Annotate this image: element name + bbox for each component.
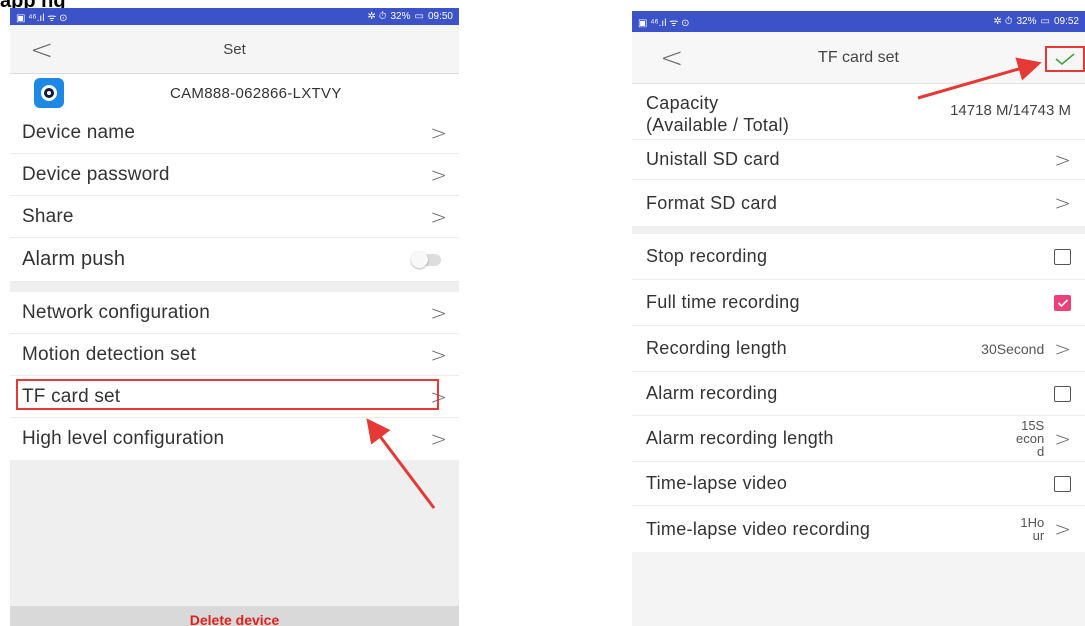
status-time: 09:52	[1053, 16, 1079, 27]
time-lapse-video-recording-label: Time-lapse video recording	[646, 518, 871, 539]
device-password-row[interactable]: Device password >	[10, 154, 459, 196]
device-header: CAM888-062866-LXTVY	[10, 74, 459, 112]
capacity-row: Capacity (Available / Total) 14718 M/147…	[632, 84, 1085, 140]
status-icons-right: ✲ ⏱	[367, 11, 387, 22]
alarm-recording-label: Alarm recording	[646, 383, 778, 403]
status-icons-right: ✲ ⏱	[993, 16, 1013, 27]
recording-length-row[interactable]: Recording length 30Second >	[632, 326, 1085, 372]
back-icon[interactable]: <	[30, 33, 53, 66]
time-lapse-video-recording-value: 1Hour	[1020, 515, 1045, 543]
capacity-value: 14718 M/14743 M	[950, 102, 1071, 119]
uninstall-sd-card-label: Unistall SD card	[646, 149, 780, 169]
battery-percent: 32%	[390, 11, 411, 22]
device-password-label: Device password	[22, 163, 170, 185]
chevron-right-icon: >	[430, 342, 447, 367]
motion-detection-label: Motion detection set	[22, 343, 197, 365]
status-bar: ▣ ⁴⁶.ıl ᯤ ⊙ ✲ ⏱ 32% ▭ 09:52	[632, 11, 1085, 32]
time-lapse-video-checkbox[interactable]	[1054, 475, 1071, 492]
high-level-configuration-row[interactable]: High level configuration >	[10, 418, 459, 460]
device-name-row[interactable]: Device name >	[10, 112, 459, 154]
time-lapse-video-row[interactable]: Time-lapse video	[632, 462, 1085, 506]
status-icons-left: ▣ ⁴⁶.ıl ᯤ ⊙	[16, 12, 68, 24]
device-name-label: Device name	[22, 121, 136, 143]
motion-detection-row[interactable]: Motion detection set >	[10, 334, 459, 376]
chevron-right-icon: >	[430, 427, 447, 451]
section-divider	[632, 226, 1085, 234]
stop-recording-checkbox[interactable]	[1054, 248, 1071, 265]
capacity-label-line1: Capacity	[646, 93, 719, 113]
alarm-recording-checkbox[interactable]	[1054, 385, 1071, 402]
format-sd-card-row[interactable]: Format SD card >	[632, 180, 1085, 226]
stop-recording-label: Stop recording	[646, 246, 768, 266]
section-divider	[10, 282, 459, 292]
left-screen-set: ▣ ⁴⁶.ıl ᯤ ⊙ ✲ ⏱ 32% ▭ 09:50 < Set CAM888…	[10, 8, 459, 626]
delete-device-button[interactable]: Delete device	[10, 606, 459, 626]
chevron-right-icon: >	[1054, 517, 1071, 541]
chevron-right-icon: >	[1054, 336, 1071, 361]
format-sd-card-label: Format SD card	[646, 192, 778, 213]
check-icon	[1055, 53, 1075, 66]
chevron-right-icon: >	[1054, 147, 1071, 172]
full-time-recording-checkbox[interactable]	[1054, 294, 1071, 311]
chevron-right-icon: >	[430, 300, 447, 325]
status-bar: ▣ ⁴⁶.ıl ᯤ ⊙ ✲ ⏱ 32% ▭ 09:50	[10, 8, 459, 25]
full-time-recording-row[interactable]: Full time recording	[632, 280, 1085, 326]
page-title: TF card set	[818, 48, 899, 66]
alarm-push-toggle[interactable]	[411, 250, 441, 268]
page-title: Set	[223, 40, 246, 58]
time-lapse-video-recording-row[interactable]: Time-lapse video recording 1Hour >	[632, 506, 1085, 552]
alarm-recording-length-value: 15Second	[1016, 418, 1045, 459]
battery-percent: 32%	[1016, 16, 1037, 27]
high-level-configuration-label: High level configuration	[22, 428, 225, 449]
full-time-recording-label: Full time recording	[646, 292, 800, 312]
chevron-right-icon: >	[430, 204, 447, 229]
nav-bar: < Set	[10, 25, 459, 74]
battery-icon: ▭	[414, 11, 424, 22]
recording-length-label: Recording length	[646, 338, 787, 358]
alarm-push-label: Alarm push	[22, 248, 126, 270]
battery-icon: ▭	[1040, 16, 1050, 27]
recording-length-value: 30Second	[981, 340, 1045, 357]
capacity-label: Capacity (Available / Total)	[646, 92, 856, 136]
camera-app-icon	[34, 78, 64, 108]
alarm-recording-length-label: Alarm recording length	[646, 428, 834, 448]
network-configuration-label: Network configuration	[22, 301, 210, 323]
chevron-right-icon: >	[1054, 426, 1071, 451]
stop-recording-row[interactable]: Stop recording	[632, 234, 1085, 280]
right-screen-tf-card-set: ▣ ⁴⁶.ıl ᯤ ⊙ ✲ ⏱ 32% ▭ 09:52 < TF card se…	[632, 11, 1085, 626]
share-label: Share	[22, 205, 74, 227]
network-configuration-row[interactable]: Network configuration >	[10, 292, 459, 334]
status-time: 09:50	[427, 11, 453, 22]
uninstall-sd-card-row[interactable]: Unistall SD card >	[632, 140, 1085, 180]
share-row[interactable]: Share >	[10, 196, 459, 238]
alarm-recording-row[interactable]: Alarm recording	[632, 372, 1085, 416]
confirm-button[interactable]	[1045, 46, 1085, 72]
device-id: CAM888-062866-LXTVY	[170, 85, 342, 102]
tf-card-highlight-box	[16, 379, 439, 410]
time-lapse-video-label: Time-lapse video	[646, 473, 788, 493]
alarm-recording-length-row[interactable]: Alarm recording length 15Second >	[632, 416, 1085, 462]
capacity-label-line2: (Available / Total)	[646, 115, 790, 135]
alarm-push-row: Alarm push	[10, 238, 459, 282]
chevron-right-icon: >	[430, 120, 447, 145]
check-icon	[1057, 298, 1068, 307]
back-icon[interactable]: <	[660, 41, 683, 74]
chevron-right-icon: >	[430, 162, 447, 187]
nav-bar: < TF card set	[632, 32, 1085, 84]
status-icons-left: ▣ ⁴⁶.ıl ᯤ ⊙	[638, 17, 690, 29]
chevron-right-icon: >	[1054, 191, 1071, 215]
